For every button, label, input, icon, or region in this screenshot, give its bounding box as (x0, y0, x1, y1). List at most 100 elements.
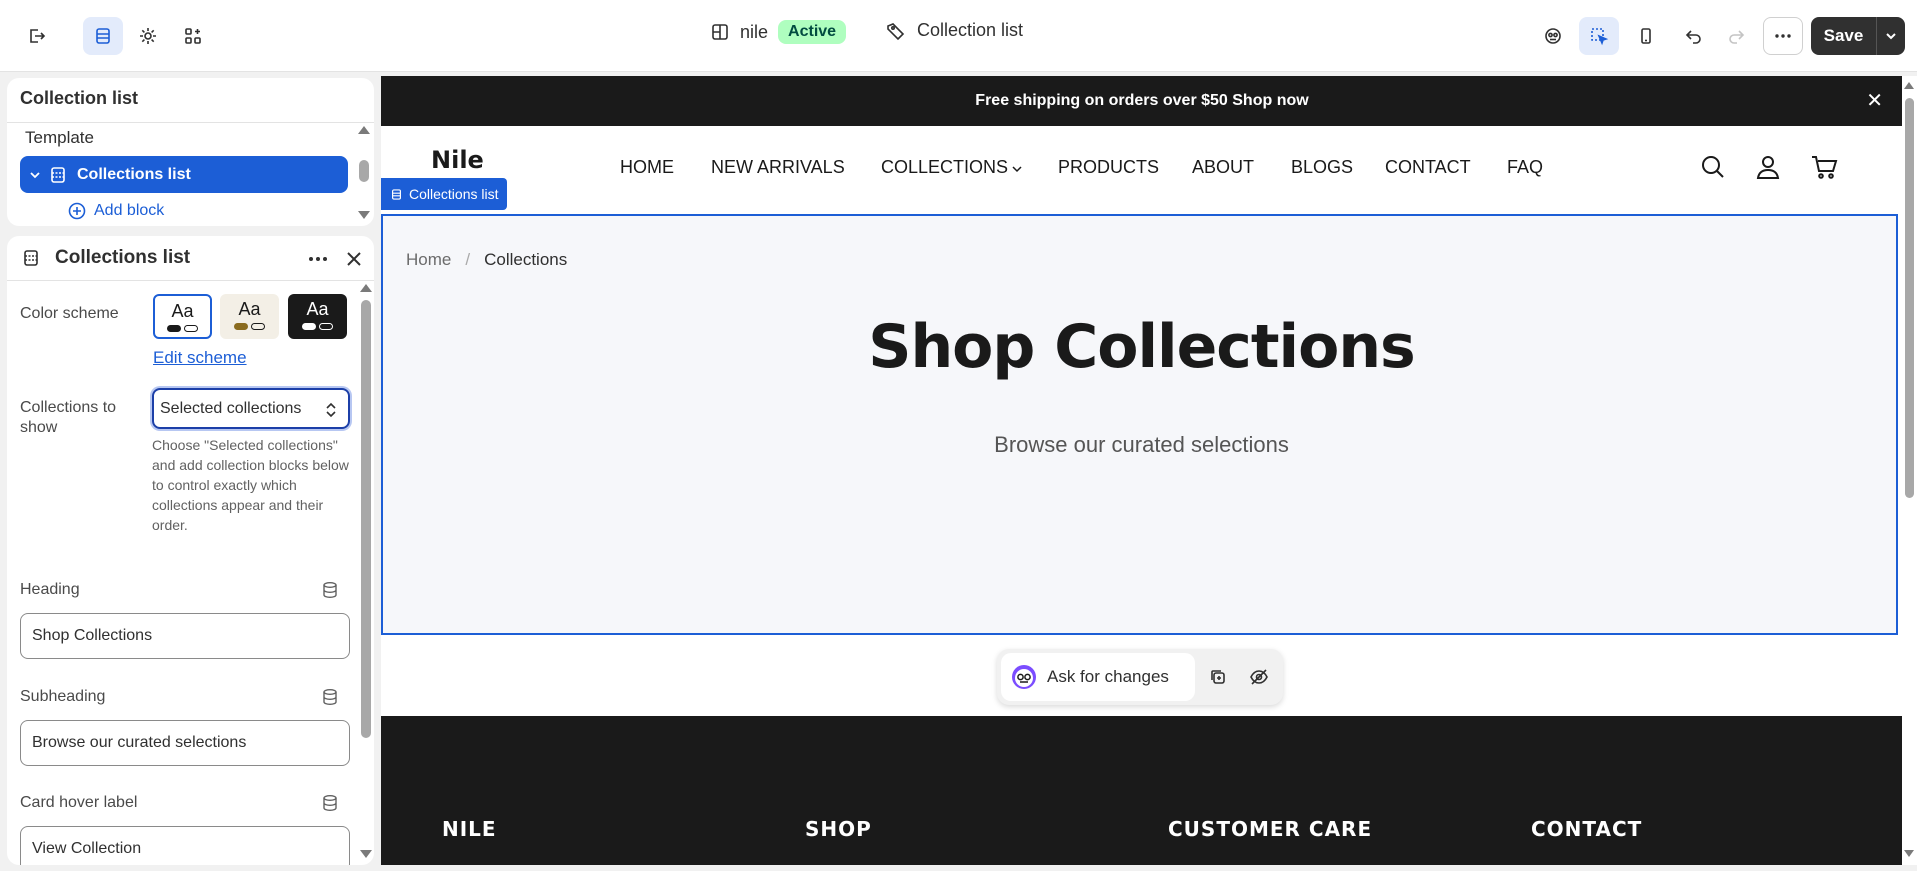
scrollbar-thumb[interactable] (1905, 98, 1914, 498)
sections-icon[interactable] (83, 17, 123, 55)
nav-item-home[interactable]: HOME (620, 157, 674, 178)
swatch-dots (155, 325, 210, 332)
section-icon (51, 166, 65, 183)
scroll-down-arrow[interactable] (360, 850, 372, 858)
section-heading: Shop Collections (868, 312, 1416, 382)
page-selector[interactable]: Collection list (885, 20, 1023, 41)
selected-section-tag[interactable]: Collections list (381, 178, 508, 210)
add-block-button[interactable]: Add block (68, 202, 164, 220)
mobile-icon[interactable] (1626, 17, 1666, 55)
nav-item-collections[interactable]: COLLECTIONS (881, 157, 1008, 178)
sidekick-avatar-icon (1012, 665, 1036, 689)
footer-col-nile: NILE (442, 817, 497, 841)
status-badge: Active (778, 20, 847, 44)
close-icon[interactable]: ✕ (1866, 76, 1883, 126)
breadcrumb: Home / Collections (406, 250, 567, 270)
hide-eye-icon[interactable] (1249, 668, 1269, 686)
nav-item-faq[interactable]: FAQ (1507, 157, 1543, 178)
nav-item-blogs[interactable]: BLOGS (1291, 157, 1353, 178)
duplicate-icon[interactable] (1209, 668, 1227, 686)
page-name: Collection list (917, 20, 1024, 40)
storefront-preview: Free shipping on orders over $50 Shop no… (381, 76, 1903, 865)
store-selector[interactable]: nile Active (710, 20, 847, 44)
scrollbar-thumb[interactable] (359, 160, 369, 182)
collections-list-section[interactable]: Home / Collections Shop Collections Brow… (381, 214, 1898, 635)
nav-item-new-arrivals[interactable]: NEW ARRIVALS (711, 157, 845, 178)
save-button-group: Save (1811, 17, 1905, 55)
preview-scrollbar[interactable] (1902, 76, 1917, 865)
outline-panel: Collection list Template Collections lis… (7, 78, 374, 226)
redo-icon[interactable] (1716, 17, 1756, 55)
scroll-down-arrow[interactable] (358, 211, 370, 219)
settings-gear-icon[interactable] (128, 17, 168, 55)
scroll-up-arrow[interactable] (358, 126, 370, 134)
ask-for-changes-button[interactable]: Ask for changes (1001, 653, 1195, 701)
card-hover-label-input[interactable]: View Collection (20, 826, 350, 865)
scrollbar-thumb[interactable] (361, 300, 371, 738)
tree-item-collections-list[interactable]: Collections list (20, 156, 348, 193)
chevron-down-icon[interactable] (1877, 29, 1905, 43)
dynamic-source-icon[interactable] (321, 688, 339, 706)
scroll-down-arrow[interactable] (1904, 850, 1914, 857)
ask-for-changes-label: Ask for changes (1047, 667, 1169, 686)
close-icon[interactable] (344, 249, 364, 269)
undo-icon[interactable] (1674, 17, 1714, 55)
edit-scheme-link[interactable]: Edit scheme (153, 348, 247, 368)
section-icon (24, 250, 38, 266)
subheading-input[interactable]: Browse our curated selections (20, 720, 350, 766)
swatch-text: Aa (171, 301, 194, 321)
collections-help-text: Choose "Selected collections" and add co… (152, 437, 349, 533)
store-logo[interactable]: Nile (431, 146, 484, 174)
scroll-up-arrow[interactable] (1904, 82, 1914, 89)
scheme-swatch-2[interactable]: Aa (220, 294, 279, 339)
inspector-icon[interactable] (1579, 17, 1619, 55)
breadcrumb-separator: / (465, 250, 471, 269)
exit-icon[interactable] (16, 17, 56, 55)
announcement-text[interactable]: Free shipping on orders over $50 Shop no… (975, 92, 1308, 109)
scheme-swatch-3[interactable]: Aa (288, 294, 347, 339)
more-options-icon[interactable] (307, 248, 329, 270)
select-arrows-icon (326, 402, 336, 418)
chevron-down-icon (1012, 166, 1022, 173)
footer-col-customer-care: CUSTOMER CARE (1168, 817, 1373, 841)
chevron-down-icon[interactable] (24, 167, 46, 183)
breadcrumb-home[interactable]: Home (406, 250, 451, 270)
collections-select[interactable]: Selected collections (152, 388, 350, 429)
nav-item-products[interactable]: PRODUCTS (1058, 157, 1159, 178)
collections-select-value: Selected collections (160, 399, 302, 417)
scheme-swatch-1[interactable]: Aa (153, 294, 212, 339)
scroll-up-arrow[interactable] (360, 284, 372, 292)
settings-header: Collections list (7, 236, 374, 281)
announcement-bar: Free shipping on orders over $50 Shop no… (381, 76, 1903, 126)
dynamic-source-icon[interactable] (321, 794, 339, 812)
more-actions-icon[interactable] (1763, 17, 1803, 55)
swatch-text: Aa (238, 299, 261, 319)
search-icon[interactable] (1700, 154, 1726, 180)
breadcrumb-current: Collections (484, 250, 568, 269)
store-header: Nile HOME NEW ARRIVALS COLLECTIONS PRODU… (381, 126, 1903, 210)
divider (7, 122, 374, 123)
plus-circle-icon (68, 202, 86, 220)
template-group-label: Template (25, 128, 94, 147)
nav-item-contact[interactable]: CONTACT (1385, 157, 1471, 178)
cart-icon[interactable] (1810, 154, 1838, 180)
collections-to-show-label: Collections to show (20, 399, 117, 436)
footer-col-contact: CONTACT (1531, 817, 1643, 841)
tree-item-label: Collections list (77, 165, 191, 183)
subheading-label: Subheading (20, 688, 106, 705)
account-icon[interactable] (1755, 154, 1781, 180)
layout-icon (712, 24, 728, 40)
dynamic-source-icon[interactable] (321, 581, 339, 599)
sidekick-icon[interactable] (1533, 17, 1573, 55)
apps-icon[interactable] (173, 17, 213, 55)
ask-toolbar: Ask for changes (997, 649, 1283, 705)
save-button[interactable]: Save (1811, 17, 1877, 55)
section-subheading: Browse our curated selections (994, 432, 1289, 457)
outline-title: Collection list (20, 88, 139, 108)
add-block-label: Add block (94, 202, 165, 219)
heading-input[interactable]: Shop Collections (20, 613, 350, 659)
swatch-dots (220, 323, 279, 330)
settings-panel: Collections list Color scheme Aa Aa Aa E… (7, 236, 374, 865)
heading-label: Heading (20, 581, 80, 598)
nav-item-about[interactable]: ABOUT (1192, 157, 1254, 178)
